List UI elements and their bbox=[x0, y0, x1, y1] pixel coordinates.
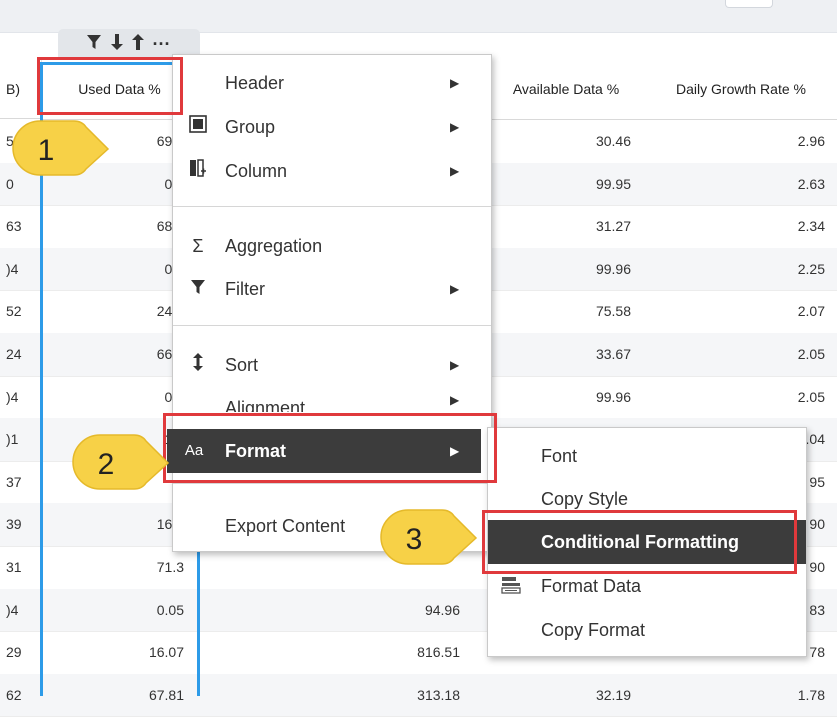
submenu-arrow-icon: ▶ bbox=[450, 76, 460, 90]
highlight-box-format-item bbox=[163, 413, 497, 483]
menu-item-aggregation[interactable]: Σ Aggregation bbox=[173, 224, 491, 268]
cell-size: )4 bbox=[6, 388, 19, 405]
column-icon bbox=[186, 149, 210, 193]
cell-used-data: 16.07 bbox=[148, 644, 184, 661]
arrow-down-icon[interactable] bbox=[110, 29, 123, 59]
sort-icon bbox=[186, 343, 210, 387]
cell-daily-growth: 2.05 bbox=[797, 346, 825, 362]
cell-mid: 94.96 bbox=[424, 601, 460, 618]
cell-size: 31 bbox=[6, 559, 22, 575]
cell-daily-growth: 1.78 bbox=[797, 686, 825, 703]
cell-daily-growth: 2.25 bbox=[797, 260, 825, 277]
header-cell-size[interactable]: B) bbox=[0, 59, 42, 119]
arrow-up-icon[interactable] bbox=[131, 29, 144, 59]
cell-mid: 313.18 bbox=[417, 686, 460, 703]
cell-size: 37 bbox=[6, 473, 22, 490]
callout-number: 1 bbox=[38, 134, 55, 167]
more-icon[interactable]: ··· bbox=[153, 29, 171, 59]
cell-available-data: 30.46 bbox=[595, 133, 631, 149]
cell-available-data: 99.96 bbox=[595, 388, 631, 405]
menu-item-label: Header bbox=[225, 73, 285, 93]
sigma-icon: Σ bbox=[192, 236, 204, 256]
submenu-item-copy-format[interactable]: Copy Format bbox=[488, 608, 806, 652]
menu-item-label: Export Content bbox=[225, 516, 346, 536]
cell-daily-growth: 2.63 bbox=[797, 175, 825, 192]
menu-item-group[interactable]: Group ▶ bbox=[173, 105, 491, 149]
menu-item-column[interactable]: Column ▶ bbox=[173, 149, 491, 193]
cell-size: 24 bbox=[6, 346, 22, 362]
cell-daily-growth: 2.05 bbox=[797, 388, 825, 405]
table-row[interactable]: 62 67.81 313.18 32.19 1.78 bbox=[0, 673, 837, 717]
cell-size: 39 bbox=[6, 516, 22, 533]
filter-icon[interactable] bbox=[87, 29, 102, 59]
cell-used-data: 71.3 bbox=[156, 559, 184, 575]
cell-size: )4 bbox=[6, 601, 19, 618]
cell-used-data: 67.81 bbox=[148, 686, 184, 703]
header-cell-available-data[interactable]: Available Data % bbox=[487, 59, 646, 120]
cell-available-data: 31.27 bbox=[595, 218, 631, 235]
menu-item-sort[interactable]: Sort ▶ bbox=[173, 343, 491, 387]
submenu-arrow-icon: ▶ bbox=[450, 164, 460, 178]
group-icon bbox=[186, 105, 210, 149]
toolbar-corner-tab[interactable] bbox=[725, 0, 773, 8]
cell-size: 62 bbox=[6, 686, 22, 703]
cell-available-data: 75.58 bbox=[595, 303, 631, 320]
callout-number: 2 bbox=[98, 448, 115, 481]
submenu-item-font[interactable]: Font bbox=[488, 434, 806, 478]
cell-used-data: 0.05 bbox=[156, 601, 184, 618]
menu-divider bbox=[173, 483, 491, 484]
menu-item-label: Sort bbox=[225, 355, 259, 375]
menu-divider bbox=[173, 325, 491, 326]
menu-item-label: Filter bbox=[225, 279, 265, 299]
cell-daily-growth: 2.07 bbox=[797, 303, 825, 320]
menu-item-label: Group bbox=[225, 117, 276, 137]
menu-item-header[interactable]: Header ▶ bbox=[173, 61, 491, 105]
menu-divider bbox=[173, 206, 491, 207]
callout-1: 1 bbox=[12, 120, 110, 176]
highlight-box-used-data-header bbox=[37, 57, 183, 115]
cell-daily-growth: 2.34 bbox=[797, 218, 825, 235]
filter-icon bbox=[186, 267, 210, 311]
cell-available-data: 32.19 bbox=[595, 686, 631, 703]
submenu-arrow-icon: ▶ bbox=[450, 358, 460, 372]
highlight-box-conditional-formatting bbox=[482, 510, 797, 574]
submenu-item-label: Font bbox=[541, 446, 578, 466]
submenu-arrow-icon: ▶ bbox=[450, 120, 460, 134]
callout-3: 3 bbox=[380, 509, 478, 565]
submenu-item-label: Copy Format bbox=[541, 620, 646, 640]
cell-available-data: 33.67 bbox=[595, 346, 631, 362]
menu-item-label: Aggregation bbox=[225, 236, 323, 256]
callout-2: 2 bbox=[72, 434, 170, 490]
menu-item-filter[interactable]: Filter ▶ bbox=[173, 267, 491, 311]
cell-size: )1 bbox=[6, 431, 19, 448]
cell-size: 29 bbox=[6, 644, 22, 661]
menu-item-label: Alignment bbox=[225, 398, 306, 412]
cell-daily-growth: 2.96 bbox=[797, 133, 825, 149]
cell-size: )4 bbox=[6, 260, 19, 277]
cell-size: 52 bbox=[6, 303, 22, 320]
callout-number: 3 bbox=[406, 523, 423, 556]
menu-item-label: Column bbox=[225, 161, 288, 181]
header-cell-daily-growth[interactable]: Daily Growth Rate % bbox=[645, 59, 837, 120]
submenu-arrow-icon: ▶ bbox=[450, 393, 460, 407]
cell-size: 63 bbox=[6, 218, 22, 235]
cell-mid: 816.51 bbox=[417, 644, 460, 661]
submenu-arrow-icon: ▶ bbox=[450, 282, 460, 296]
cell-available-data: 99.95 bbox=[595, 175, 631, 192]
cell-available-data: 99.96 bbox=[595, 260, 631, 277]
menu-item-alignment[interactable]: Alignment ▶ bbox=[173, 386, 491, 412]
